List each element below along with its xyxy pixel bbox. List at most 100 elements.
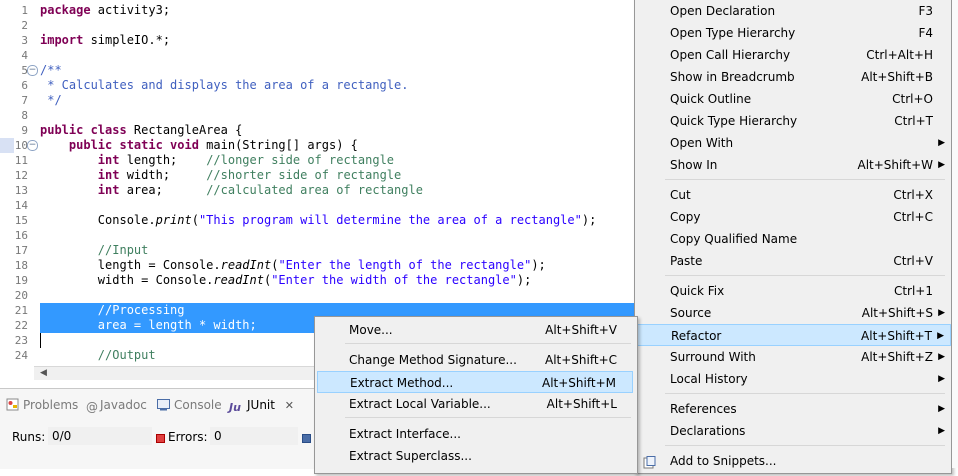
submenu-item-extract-local-variable[interactable]: Extract Local Variable... Alt+Shift+L: [317, 393, 633, 415]
code-line[interactable]: 18 length = Console.readInt("Enter the l…: [0, 258, 634, 273]
menu-item-label: Copy Qualified Name: [670, 232, 798, 246]
menu-separator: [665, 445, 945, 446]
menu-item-shortcut: Alt+Shift+C: [544, 353, 617, 367]
error-icon: [156, 434, 165, 443]
menu-item-open-type-hierarchy[interactable]: Open Type Hierarchy F4: [635, 22, 951, 44]
menu-item-surround-with[interactable]: Surround With Alt+Shift+Z ▶: [635, 346, 951, 368]
close-icon[interactable]: ✕: [285, 399, 294, 412]
runs-value: 0/0: [48, 427, 152, 445]
menu-item-show-in-breadcrumb[interactable]: Show in Breadcrumb Alt+Shift+B: [635, 66, 951, 88]
menu-item-label: Open Type Hierarchy: [670, 26, 796, 40]
code-line[interactable]: 8: [0, 108, 634, 123]
code-text: public static void main(String[] args) {: [68, 138, 358, 152]
code-line[interactable]: 6 * Calculates and displays the area of …: [0, 78, 634, 93]
menu-item-copy[interactable]: Copy Ctrl+C: [635, 206, 951, 228]
menu-item-local-history[interactable]: Local History ▶: [635, 368, 951, 390]
submenu-item-extract-method[interactable]: Extract Method... Alt+Shift+M: [317, 371, 633, 393]
code-line[interactable]: 11 int length; //longer side of rectangl…: [0, 153, 634, 168]
code-line[interactable]: 10− public static void main(String[] arg…: [0, 138, 634, 153]
tab-junit[interactable]: Ju JUnit ✕: [229, 397, 294, 414]
context-menu: Open Declaration F3 Open Type Hierarchy F4 O…: [634, 0, 952, 474]
line-number: 12: [14, 169, 28, 182]
code-line[interactable]: 5−/**: [0, 63, 634, 78]
menu-item-label: Change Method Signature...: [349, 353, 517, 367]
menu-item-label: Add to Snippets...: [670, 454, 777, 468]
submenu-item-change-method-signature[interactable]: Change Method Signature... Alt+Shift+C: [317, 349, 633, 371]
menu-item-open-with[interactable]: Open With ▶: [635, 132, 951, 154]
tab-problems[interactable]: Problems: [6, 397, 78, 413]
code-line[interactable]: 15 Console.print("This program will dete…: [0, 213, 634, 228]
code-line[interactable]: 19 width = Console.readInt("Enter the wi…: [0, 273, 634, 288]
console-icon: [157, 398, 170, 411]
menu-item-add-to-snippets[interactable]: Add to Snippets...: [635, 450, 951, 472]
menu-item-references[interactable]: References ▶: [635, 398, 951, 420]
code-text: int width; //shorter side of rectangle: [97, 168, 402, 182]
submenu-item-move[interactable]: Move... Alt+Shift+V: [317, 319, 633, 341]
menu-item-copy-qualified-name[interactable]: Copy Qualified Name: [635, 228, 951, 250]
line-number: 3: [21, 34, 28, 47]
submenu-item-extract-interface[interactable]: Extract Interface...: [317, 423, 633, 445]
text-caret: [40, 333, 41, 348]
line-number: 16: [14, 229, 28, 242]
line-number: 7: [21, 94, 28, 107]
line-number: 4: [21, 49, 28, 62]
menu-item-shortcut: Ctrl+T: [894, 114, 933, 128]
code-line[interactable]: 16: [0, 228, 634, 243]
code-line[interactable]: 2: [0, 18, 634, 33]
menu-item-quick-fix[interactable]: Quick Fix Ctrl+1: [635, 280, 951, 302]
line-number: 8: [21, 109, 28, 122]
menu-item-source[interactable]: Source Alt+Shift+S ▶: [635, 302, 951, 324]
menu-item-label: Extract Interface...: [349, 427, 461, 441]
tab-javadoc[interactable]: @ Javadoc: [86, 397, 147, 414]
menu-item-refactor[interactable]: Refactor Alt+Shift+T ▶: [635, 324, 951, 346]
code-line[interactable]: 17 //Input: [0, 243, 634, 258]
menu-item-open-declaration[interactable]: Open Declaration F3: [635, 0, 951, 22]
menu-item-open-call-hierarchy[interactable]: Open Call Hierarchy Ctrl+Alt+H: [635, 44, 951, 66]
failure-icon: [302, 434, 311, 443]
menu-item-label: References: [670, 402, 737, 416]
code-line[interactable]: 14: [0, 198, 634, 213]
code-text: * Calculates and displays the area of a …: [40, 78, 409, 92]
scroll-left-icon[interactable]: ◀: [40, 368, 47, 378]
code-line[interactable]: 9 public class RectangleArea {: [0, 123, 634, 138]
code-text: width = Console.readInt("Enter the width…: [40, 273, 532, 287]
menu-item-label: Surround With: [670, 350, 756, 364]
submenu-arrow-icon: ▶: [938, 426, 945, 436]
code-line[interactable]: 12 int width; //shorter side of rectangl…: [0, 168, 634, 183]
code-line[interactable]: 20: [0, 288, 634, 303]
line-number: 22: [14, 319, 28, 332]
code-line[interactable]: 13 int area; //calculated area of rectan…: [0, 183, 634, 198]
code-text: //Output: [97, 348, 156, 362]
menu-item-show-in[interactable]: Show In Alt+Shift+W ▶: [635, 154, 951, 176]
menu-item-label: Refactor: [671, 329, 722, 343]
errors-value: 0: [210, 427, 298, 445]
tab-console[interactable]: Console: [157, 397, 222, 413]
line-number: 1: [21, 4, 28, 17]
submenu-arrow-icon: ▶: [937, 331, 944, 341]
line-number: 15: [14, 214, 28, 227]
menu-item-quick-outline[interactable]: Quick Outline Ctrl+O: [635, 88, 951, 110]
menu-item-shortcut: Alt+Shift+V: [545, 323, 617, 337]
code-line[interactable]: 4: [0, 48, 634, 63]
menu-item-declarations[interactable]: Declarations ▶: [635, 420, 951, 442]
menu-item-label: Cut: [670, 188, 691, 202]
menu-item-label: Source: [670, 306, 712, 320]
submenu-arrow-icon: ▶: [938, 138, 945, 148]
code-text: */: [40, 93, 62, 107]
code-line[interactable]: 1 package activity3;: [0, 3, 634, 18]
menu-item-shortcut: F4: [918, 26, 933, 40]
code-text: //Input: [97, 243, 149, 257]
submenu-arrow-icon: ▶: [938, 352, 945, 362]
submenu-item-extract-superclass[interactable]: Extract Superclass...: [317, 445, 633, 467]
code-line[interactable]: 7 */: [0, 93, 634, 108]
code-text: /**: [40, 63, 62, 77]
code-line[interactable]: 3 import simpleIO.*;: [0, 33, 634, 48]
menu-item-paste[interactable]: Paste Ctrl+V: [635, 250, 951, 272]
fold-toggle-icon[interactable]: −: [27, 140, 38, 151]
menu-item-shortcut: Alt+Shift+Z: [861, 350, 933, 364]
menu-item-cut[interactable]: Cut Ctrl+X: [635, 184, 951, 206]
menu-item-shortcut: Ctrl+Alt+H: [866, 48, 933, 62]
menu-item-quick-type-hierarchy[interactable]: Quick Type Hierarchy Ctrl+T: [635, 110, 951, 132]
line-number: 10: [14, 139, 28, 152]
fold-toggle-icon[interactable]: −: [27, 65, 38, 76]
